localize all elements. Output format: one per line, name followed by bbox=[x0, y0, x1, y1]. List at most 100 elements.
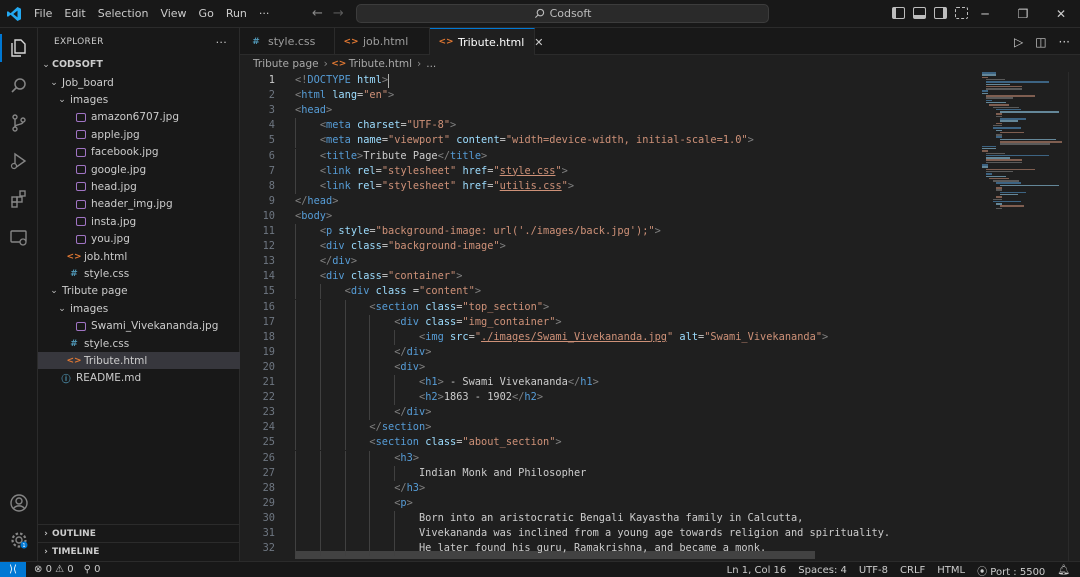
extensions-icon[interactable] bbox=[0, 181, 38, 217]
forward-arrow-icon[interactable]: → bbox=[333, 6, 344, 21]
code-line[interactable]: 20 <div> bbox=[240, 359, 970, 375]
tree-folder[interactable]: ⌄ images bbox=[38, 91, 240, 108]
toggle-primary-sidebar-icon[interactable] bbox=[892, 7, 905, 19]
encoding[interactable]: UTF-8 bbox=[859, 565, 888, 576]
cursor-position[interactable]: Ln 1, Col 16 bbox=[727, 565, 787, 576]
code-line[interactable]: 24 </section> bbox=[240, 420, 970, 436]
restore-icon[interactable]: ❐ bbox=[1004, 0, 1042, 28]
code-line[interactable]: 10 <body> bbox=[240, 209, 970, 224]
menu-item[interactable]: File bbox=[28, 7, 58, 20]
code-line[interactable]: 3 <head> bbox=[240, 103, 970, 118]
tree-file[interactable]: head.jpg bbox=[38, 178, 240, 195]
code-line[interactable]: 17 <div class="img_container"> bbox=[240, 314, 970, 330]
menu-more[interactable]: ··· bbox=[253, 7, 276, 20]
code-line[interactable]: 2 <html lang="en"> bbox=[240, 88, 970, 103]
code-line[interactable]: 6 <title>Tribute Page</title> bbox=[240, 148, 970, 164]
tree-file[interactable]: # style.css bbox=[38, 335, 240, 352]
tree-file[interactable]: Swami_Vivekananda.jpg bbox=[38, 318, 240, 335]
timeline-section[interactable]: › TIMELINE bbox=[38, 542, 240, 560]
code-line[interactable]: 7 <link rel="stylesheet" href="style.css… bbox=[240, 163, 970, 179]
code-line[interactable]: 15 <div class ="content"> bbox=[240, 284, 970, 300]
breadcrumb-symbol[interactable]: ... bbox=[426, 58, 436, 70]
split-editor-icon[interactable]: ◫ bbox=[1035, 35, 1046, 49]
end-of-line[interactable]: CRLF bbox=[900, 565, 925, 576]
tree-file[interactable]: <> job.html bbox=[38, 248, 240, 265]
menu-item[interactable]: Go bbox=[193, 7, 220, 20]
tree-file[interactable]: amazon6707.jpg bbox=[38, 109, 240, 126]
editor-tab[interactable]: <> job.html bbox=[335, 28, 430, 55]
remote-explorer-icon[interactable] bbox=[0, 220, 38, 256]
code-line[interactable]: 18 <img src="./images/Swami_Vivekananda.… bbox=[240, 329, 970, 345]
code-line[interactable]: 32 He later found his guru, Ramakrishna,… bbox=[240, 541, 970, 557]
vertical-scrollbar[interactable] bbox=[1068, 72, 1080, 561]
toggle-secondary-sidebar-icon[interactable] bbox=[934, 7, 947, 19]
code-line[interactable]: 4 <meta charset="UTF-8"> bbox=[240, 118, 970, 134]
tree-file[interactable]: google.jpg bbox=[38, 161, 240, 178]
command-center-search[interactable]: Codsoft bbox=[356, 4, 769, 23]
code-line[interactable]: 31 Vivekananda was inclined from a young… bbox=[240, 526, 970, 541]
code-line[interactable]: 23 </div> bbox=[240, 405, 970, 421]
code-line[interactable]: 13 </div> bbox=[240, 254, 970, 270]
tree-file[interactable]: <> Tribute.html bbox=[38, 352, 240, 370]
account-icon[interactable] bbox=[0, 485, 38, 521]
tree-file[interactable]: insta.jpg bbox=[38, 213, 240, 230]
code-line[interactable]: 22 <h2>1863 - 1902</h2> bbox=[240, 390, 970, 406]
code-line[interactable]: 1 <!DOCTYPE html> bbox=[240, 73, 970, 88]
close-tab-icon[interactable]: ✕ bbox=[534, 36, 543, 49]
ports-indicator[interactable]: ⚲ 0 bbox=[84, 564, 101, 575]
code-line[interactable]: 26 <h3> bbox=[240, 450, 970, 466]
breadcrumb-folder[interactable]: Tribute page bbox=[253, 58, 319, 70]
toggle-panel-icon[interactable] bbox=[913, 7, 926, 19]
live-server-port[interactable]: ⦿ Port : 5500 bbox=[977, 563, 1045, 577]
code-line[interactable]: 9 </head> bbox=[240, 194, 970, 209]
menu-item[interactable]: View bbox=[154, 7, 192, 20]
language-mode[interactable]: HTML bbox=[937, 565, 965, 576]
tree-file[interactable]: you.jpg bbox=[38, 231, 240, 248]
tree-file[interactable]: apple.jpg bbox=[38, 126, 240, 143]
tree-file[interactable]: # style.css bbox=[38, 265, 240, 282]
tree-file[interactable]: ⓘ README.md bbox=[38, 370, 240, 387]
back-arrow-icon[interactable]: ← bbox=[312, 6, 323, 21]
indentation[interactable]: Spaces: 4 bbox=[798, 565, 847, 576]
workspace-root[interactable]: ⌄ CODSOFT bbox=[38, 56, 240, 73]
close-window-icon[interactable]: ✕ bbox=[1042, 0, 1080, 28]
code-line[interactable]: 12 <div class="background-image"> bbox=[240, 239, 970, 255]
tree-folder[interactable]: ⌄ images bbox=[38, 300, 240, 317]
code-line[interactable]: 19 </div> bbox=[240, 344, 970, 360]
code-line[interactable]: 30 Born into an aristocratic Bengali Kay… bbox=[240, 510, 970, 526]
run-and-debug-icon[interactable] bbox=[0, 143, 38, 179]
code-line[interactable]: 29 <p> bbox=[240, 495, 970, 511]
code-line[interactable]: 14 <div class="container"> bbox=[240, 269, 970, 285]
notifications-bell-icon[interactable]: 🔔︎ bbox=[1057, 565, 1070, 576]
problems-indicator[interactable]: ⊗ 0 ⚠ 0 bbox=[34, 564, 74, 575]
code-line[interactable]: 11 <p style="background-image: url('./im… bbox=[240, 224, 970, 239]
tree-folder[interactable]: ⌄ Job_board bbox=[38, 74, 240, 91]
minimize-icon[interactable]: ─ bbox=[966, 0, 1004, 28]
code-line[interactable]: 21 <h1> - Swami Vivekananda</h1> bbox=[240, 375, 970, 390]
code-line[interactable]: 16 <section class="top_section"> bbox=[240, 299, 970, 315]
more-actions-icon[interactable]: ··· bbox=[1059, 35, 1070, 49]
source-control-icon[interactable] bbox=[0, 105, 38, 141]
editor-tab[interactable]: # style.css bbox=[240, 28, 335, 55]
editor-tab[interactable]: <> Tribute.html ✕ bbox=[430, 28, 544, 55]
menu-item[interactable]: Edit bbox=[58, 7, 91, 20]
code-line[interactable]: 8 <link rel="stylesheet" href="utilis.cs… bbox=[240, 178, 970, 194]
code-line[interactable]: 28 </h3> bbox=[240, 480, 970, 496]
minimap[interactable] bbox=[980, 72, 1064, 222]
tree-folder[interactable]: ⌄ Tribute page bbox=[38, 283, 240, 300]
code-editor[interactable]: 1 <!DOCTYPE html> 2 <html lang="en"> 3 <head>… bbox=[240, 72, 1080, 561]
breadcrumb-file[interactable]: Tribute.html bbox=[349, 58, 412, 70]
code-line[interactable]: 5 <meta name="viewport" content="width=d… bbox=[240, 133, 970, 149]
remote-indicator-icon[interactable]: ⟩⟨ bbox=[0, 561, 26, 577]
tree-file[interactable]: header_img.jpg bbox=[38, 196, 240, 213]
explorer-more-actions-icon[interactable]: ··· bbox=[216, 36, 227, 49]
run-file-icon[interactable]: ▷ bbox=[1014, 35, 1023, 49]
menu-item[interactable]: Run bbox=[220, 7, 253, 20]
code-line[interactable]: 27 Indian Monk and Philosopher bbox=[240, 465, 970, 481]
explorer-icon[interactable] bbox=[0, 30, 38, 66]
tree-file[interactable]: facebook.jpg bbox=[38, 144, 240, 161]
outline-section[interactable]: › OUTLINE bbox=[38, 524, 240, 542]
search-icon[interactable] bbox=[0, 68, 38, 104]
code-line[interactable]: 25 <section class="about_section"> bbox=[240, 435, 970, 451]
manage-gear-icon[interactable]: 1 bbox=[0, 522, 38, 558]
